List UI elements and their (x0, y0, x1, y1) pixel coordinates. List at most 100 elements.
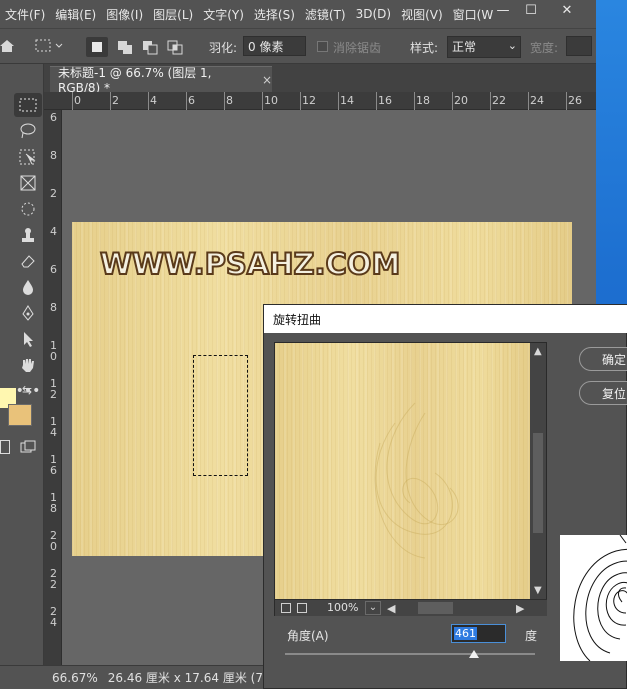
style-label: 样式: (410, 41, 439, 55)
ruler-tick-label: 6 (50, 263, 57, 276)
filter-preview[interactable] (275, 343, 530, 599)
ruler-tick (566, 92, 567, 110)
ruler-tick-label: 2 (112, 94, 119, 107)
ruler-tick-label: 1 6 (50, 453, 57, 477)
angle-unit: 度 (525, 629, 538, 643)
crop-frame-tool[interactable] (14, 171, 42, 195)
document-tab[interactable]: 未标题-1 @ 66.7% (图层 1, RGB/8) * × (50, 66, 272, 95)
angle-slider[interactable] (285, 653, 535, 655)
ruler-tick (262, 92, 263, 110)
close-window-button[interactable]: ✕ (550, 0, 584, 20)
pen-tool[interactable] (14, 301, 42, 325)
menu-image[interactable]: 图像(I) (101, 6, 148, 23)
chevron-down-icon: ⌄ (507, 39, 517, 52)
ruler-tick-label: 8 (50, 301, 57, 314)
intersect-selection-button[interactable] (164, 37, 186, 57)
stamp-tool[interactable] (14, 223, 42, 247)
menu-3d[interactable]: 3D(D) (351, 7, 396, 21)
menu-select[interactable]: 选择(S) (249, 6, 300, 23)
zoom-dropdown-icon[interactable]: ⌄ (365, 601, 381, 615)
feather-input[interactable]: 0 像素 (243, 36, 306, 56)
style-select[interactable]: 正常 ⌄ (447, 36, 521, 58)
ruler-horizontal: 0 2 4 6 8 10 12 14 16 18 20 22 24 26 (44, 92, 596, 110)
quick-mask-icon[interactable] (0, 440, 10, 454)
angle-label: 角度(A) (287, 629, 329, 643)
ruler-tick-label: 14 (340, 94, 354, 107)
object-selection-tool[interactable] (14, 145, 42, 169)
home-icon[interactable] (0, 38, 14, 54)
menu-edit[interactable]: 编辑(E) (50, 6, 101, 23)
angle-input[interactable]: 461 (451, 624, 506, 643)
preview-zoom-value: 100% (327, 601, 359, 614)
maximize-button[interactable]: ☐ (514, 0, 548, 20)
angle-slider-thumb[interactable] (469, 648, 479, 658)
ruler-tick-label: 1 4 (50, 415, 57, 439)
ruler-tick-label: 6 (188, 94, 195, 107)
horizontal-scroll-thumb[interactable] (418, 602, 453, 614)
reset-button[interactable]: 复位 (579, 381, 627, 405)
ruler-tick (452, 92, 453, 110)
marquee-preset-icon[interactable] (34, 38, 63, 54)
zoom-out-icon[interactable] (281, 603, 291, 613)
path-selection-tool[interactable] (14, 327, 42, 351)
screen-mode-icon[interactable] (20, 440, 36, 454)
antialias-label: 消除锯齿 (333, 41, 382, 55)
ruler-tick-label: 1 8 (50, 491, 57, 515)
ruler-tick-label: 2 0 (50, 529, 57, 553)
menu-layer[interactable]: 图层(L) (148, 6, 198, 23)
ruler-tick (72, 92, 73, 110)
blur-drop-tool[interactable] (14, 275, 42, 299)
preview-vertical-scrollbar[interactable]: ▲ ▼ (530, 343, 546, 599)
angle-value: 461 (454, 627, 477, 640)
document-tab-title: 未标题-1 @ 66.7% (图层 1, RGB/8) * (58, 66, 212, 95)
add-selection-button[interactable] (114, 37, 136, 57)
ruler-tick (414, 92, 415, 110)
ruler-tick-label: 0 (74, 94, 81, 107)
subtract-selection-button[interactable] (139, 37, 161, 57)
scroll-up-icon[interactable]: ▲ (534, 346, 542, 357)
vertical-scroll-thumb[interactable] (533, 433, 543, 533)
ruler-tick-label: 26 (568, 94, 582, 107)
zoom-in-icon[interactable] (297, 603, 307, 613)
preview-horizontal-scrollbar[interactable]: 100% ⌄ ◀ ▶ (275, 599, 547, 616)
menu-type[interactable]: 文字(Y) (198, 6, 249, 23)
scroll-left-icon[interactable]: ◀ (387, 602, 395, 615)
menu-file[interactable]: 文件(F) (0, 6, 50, 23)
lasso-tool[interactable] (14, 119, 42, 143)
new-selection-button[interactable] (86, 37, 108, 57)
ruler-tick-label: 6 (50, 111, 57, 124)
background-color-swatch[interactable] (8, 404, 32, 426)
ruler-tick-label: 12 (302, 94, 316, 107)
width-input[interactable] (566, 36, 592, 56)
ruler-tick (376, 92, 377, 110)
close-tab-icon[interactable]: × (262, 73, 272, 87)
ruler-tick (338, 92, 339, 110)
ruler-tick (148, 92, 149, 110)
eyedropper-frame-tool[interactable] (14, 197, 42, 221)
ruler-tick-label: 16 (378, 94, 392, 107)
swap-colors-icon[interactable]: ⇆ (22, 383, 36, 397)
ruler-tick-label: 8 (226, 94, 233, 107)
ruler-tick-label: 8 (50, 149, 57, 162)
scroll-right-icon[interactable]: ▶ (516, 602, 524, 615)
width-label: 宽度: (530, 41, 559, 55)
selection-marquee[interactable] (193, 355, 248, 476)
ruler-tick-label: 4 (50, 225, 57, 238)
style-value: 正常 (452, 40, 477, 54)
zoom-readout[interactable]: 66.67% (52, 671, 98, 685)
rectangular-marquee-tool[interactable] (14, 93, 42, 117)
eraser-tool[interactable] (14, 249, 42, 273)
scroll-down-icon[interactable]: ▼ (534, 585, 542, 596)
ok-button[interactable]: 确定 (579, 347, 627, 371)
dialog-title-bar[interactable]: 旋转扭曲 (264, 305, 627, 333)
menu-view[interactable]: 视图(V) (396, 6, 448, 23)
antialias-checkbox[interactable] (317, 41, 328, 52)
ruler-tick (300, 92, 301, 110)
watermark-text: WWW.PSAHZ.COM (99, 246, 401, 282)
menu-filter[interactable]: 滤镜(T) (300, 6, 351, 23)
ruler-tick-label: 2 4 (50, 605, 57, 629)
ruler-tick-label: 24 (530, 94, 544, 107)
ruler-tick-label: 2 (50, 187, 57, 200)
hand-icon[interactable] (14, 353, 42, 377)
twirl-icon (560, 535, 627, 661)
